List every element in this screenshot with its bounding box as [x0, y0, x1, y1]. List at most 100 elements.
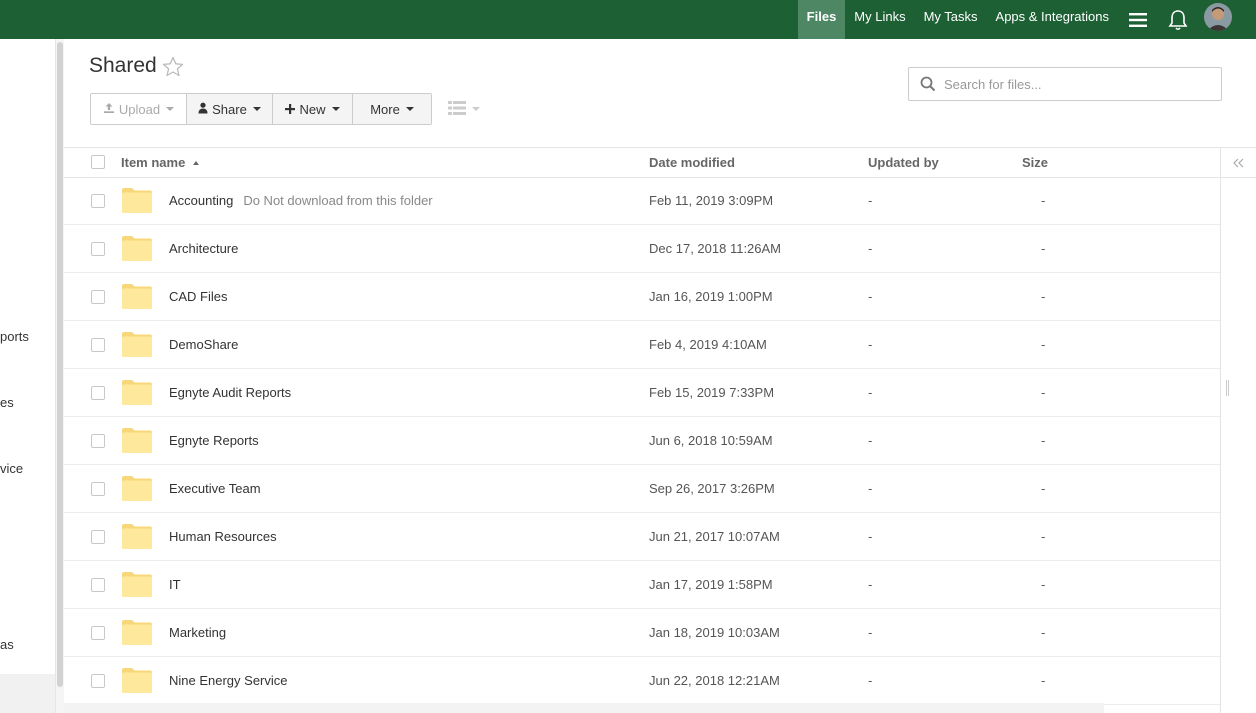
upload-button[interactable]: Upload: [91, 94, 187, 124]
select-all-checkbox[interactable]: [91, 155, 105, 169]
new-button[interactable]: New: [273, 94, 353, 124]
table-row[interactable]: Marketing Jan 18, 2019 10:03AM - -: [64, 609, 1220, 657]
menu-icon[interactable]: [1118, 0, 1158, 39]
sidebar-item-label[interactable]: vice: [0, 461, 23, 476]
item-name[interactable]: Egnyte Reports: [169, 433, 259, 448]
folder-icon: [122, 475, 152, 501]
row-checkbox[interactable]: [91, 578, 105, 592]
item-name-cell[interactable]: DemoShare: [169, 337, 238, 352]
item-name-cell[interactable]: Human Resources: [169, 529, 277, 544]
item-name[interactable]: Architecture: [169, 241, 238, 256]
row-checkbox[interactable]: [91, 530, 105, 544]
date-modified-cell: Jun 6, 2018 10:59AM: [649, 433, 773, 448]
item-note: Do Not download from this folder: [243, 193, 433, 208]
collapse-panel-icon[interactable]: [1221, 148, 1256, 178]
date-modified-cell: Jun 22, 2018 12:21AM: [649, 673, 780, 688]
date-modified-cell: Feb 15, 2019 7:33PM: [649, 385, 775, 400]
search-input[interactable]: [944, 76, 1204, 92]
folder-icon: [122, 427, 152, 453]
share-label: Share: [212, 101, 247, 117]
nav-my-links[interactable]: My Links: [845, 0, 914, 39]
size-cell: -: [1041, 673, 1046, 688]
row-checkbox[interactable]: [91, 290, 105, 304]
table-header: Item name Date modified Updated by Size: [64, 148, 1220, 178]
more-label: More: [370, 101, 400, 117]
nav-my-tasks[interactable]: My Tasks: [915, 0, 987, 39]
column-header-date[interactable]: Date modified: [649, 155, 735, 170]
row-checkbox[interactable]: [91, 626, 105, 640]
sidebar-item-label[interactable]: ports: [0, 329, 29, 344]
table-row[interactable]: IT Jan 17, 2019 1:58PM - -: [64, 561, 1220, 609]
row-checkbox[interactable]: [91, 386, 105, 400]
item-name-cell[interactable]: Egnyte Audit Reports: [169, 385, 291, 400]
column-header-size[interactable]: Size: [1022, 155, 1048, 170]
table-row[interactable]: Accounting Do Not download from this fold…: [64, 177, 1220, 225]
item-name-cell[interactable]: Marketing: [169, 625, 226, 640]
item-name[interactable]: Accounting: [169, 193, 233, 208]
table-row[interactable]: Nine Energy Service Jun 22, 2018 12:21AM -…: [64, 657, 1220, 705]
updated-by-cell: -: [868, 385, 873, 400]
row-checkbox[interactable]: [91, 338, 105, 352]
table-row[interactable]: Architecture Dec 17, 2018 11:26AM - -: [64, 225, 1220, 273]
item-name-cell[interactable]: IT: [169, 577, 181, 592]
item-name-cell[interactable]: Egnyte Reports: [169, 433, 259, 448]
folder-icon: [122, 667, 152, 693]
row-checkbox[interactable]: [91, 674, 105, 688]
item-name-cell[interactable]: Executive Team: [169, 481, 261, 496]
column-header-updated-by[interactable]: Updated by: [868, 155, 939, 170]
updated-by-cell: -: [868, 529, 873, 544]
column-header-label: Item name: [121, 155, 186, 170]
row-checkbox[interactable]: [91, 242, 105, 256]
date-modified-cell: Jan 18, 2019 10:03AM: [649, 625, 780, 640]
folder-icon: [122, 235, 152, 261]
item-name-cell[interactable]: CAD Files: [169, 289, 228, 304]
sidebar-item-label[interactable]: es: [0, 395, 14, 410]
table-row[interactable]: Executive Team Sep 26, 2017 3:26PM - -: [64, 465, 1220, 513]
item-name[interactable]: Executive Team: [169, 481, 261, 496]
top-nav: Files My Links My Tasks Apps & Integrati…: [797, 0, 1256, 39]
scrollbar-thumb[interactable]: [57, 42, 63, 687]
sort-asc-icon: [192, 161, 199, 165]
row-checkbox[interactable]: [91, 482, 105, 496]
table-row[interactable]: Egnyte Audit Reports Feb 15, 2019 7:33PM -…: [64, 369, 1220, 417]
more-button[interactable]: More: [353, 94, 431, 124]
item-name[interactable]: Human Resources: [169, 529, 277, 544]
sidebar-item-label[interactable]: as: [0, 637, 14, 652]
item-name-cell[interactable]: Architecture: [169, 241, 238, 256]
item-name[interactable]: CAD Files: [169, 289, 228, 304]
star-icon[interactable]: [161, 55, 185, 79]
item-name[interactable]: Egnyte Audit Reports: [169, 385, 291, 400]
item-name[interactable]: Nine Energy Service: [169, 673, 288, 688]
date-modified-cell: Feb 4, 2019 4:10AM: [649, 337, 767, 352]
nav-files[interactable]: Files: [797, 0, 846, 39]
updated-by-cell: -: [868, 289, 873, 304]
resize-handle[interactable]: [1226, 380, 1229, 396]
table-row[interactable]: DemoShare Feb 4, 2019 4:10AM - -: [64, 321, 1220, 369]
date-modified-cell: Jun 21, 2017 10:07AM: [649, 529, 780, 544]
row-checkbox[interactable]: [91, 434, 105, 448]
share-button[interactable]: Share: [187, 94, 273, 124]
row-checkbox[interactable]: [91, 194, 105, 208]
view-toggle[interactable]: [448, 100, 480, 118]
sidebar-item-selected[interactable]: [0, 674, 55, 713]
folder-icon: [122, 619, 152, 645]
table-row[interactable]: Egnyte Reports Jun 6, 2018 10:59AM - -: [64, 417, 1220, 465]
nav-apps-integrations[interactable]: Apps & Integrations: [987, 0, 1118, 39]
item-name[interactable]: DemoShare: [169, 337, 238, 352]
bell-icon[interactable]: [1158, 0, 1198, 39]
item-name-cell[interactable]: Accounting Do Not download from this fold…: [169, 193, 433, 208]
chevron-down-icon: [166, 107, 175, 111]
avatar[interactable]: [1204, 3, 1232, 31]
item-name[interactable]: Marketing: [169, 625, 226, 640]
item-name-cell[interactable]: Nine Energy Service: [169, 673, 288, 688]
table-row[interactable]: Human Resources Jun 21, 2017 10:07AM - -: [64, 513, 1220, 561]
table-row[interactable]: CAD Files Jan 16, 2019 1:00PM - -: [64, 273, 1220, 321]
item-name[interactable]: IT: [169, 577, 181, 592]
column-header-name[interactable]: Item name: [121, 155, 199, 170]
folder-icon: [122, 523, 152, 549]
sidebar-scrollbar[interactable]: [55, 39, 64, 713]
date-modified-cell: Sep 26, 2017 3:26PM: [649, 481, 775, 496]
updated-by-cell: -: [868, 241, 873, 256]
updated-by-cell: -: [868, 625, 873, 640]
date-modified-cell: Jan 16, 2019 1:00PM: [649, 289, 773, 304]
